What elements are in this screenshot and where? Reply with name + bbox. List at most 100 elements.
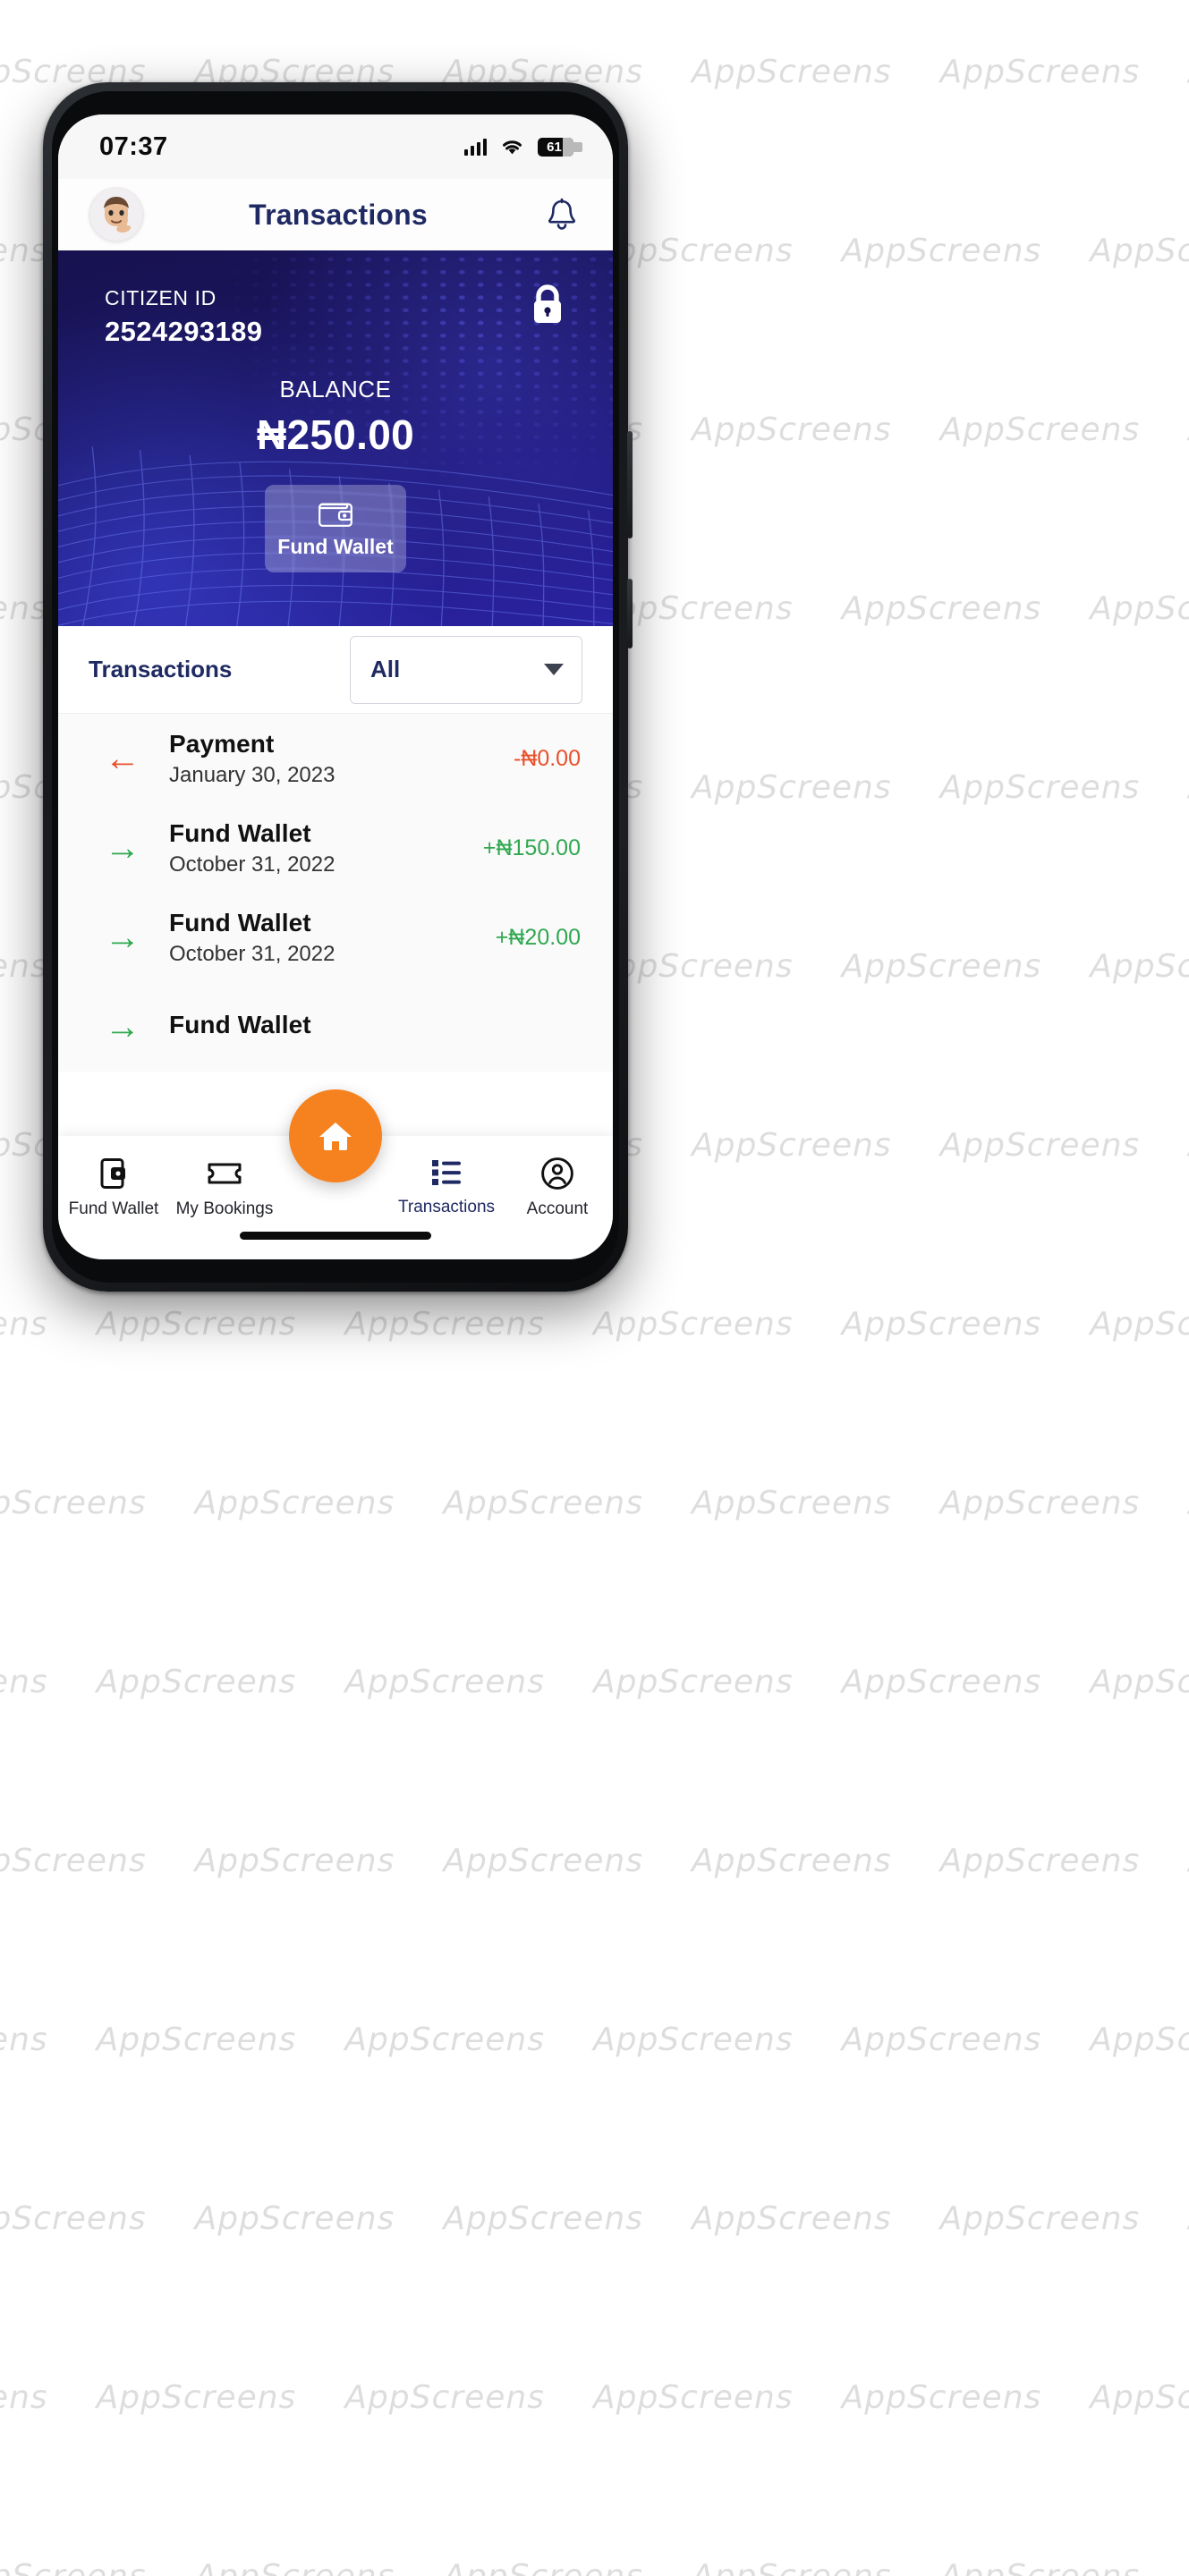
watermark-text: AppScreens	[0, 948, 48, 985]
transaction-row[interactable]: ← Payment January 30, 2023 -₦0.00	[58, 714, 613, 803]
power-button[interactable]	[627, 431, 633, 538]
transaction-details: Fund Wallet October 31, 2022	[169, 819, 483, 877]
home-indicator	[240, 1232, 431, 1240]
transaction-row[interactable]: → Fund Wallet October 31, 2022 +₦150.00	[58, 803, 613, 893]
notification-bell-button[interactable]	[541, 198, 582, 232]
watermark-text: AppScreens	[96, 2379, 297, 2416]
watermark-text: AppScreens	[443, 1485, 643, 1521]
transaction-title: Fund Wallet	[169, 818, 311, 847]
fund-wallet-label: Fund Wallet	[277, 535, 394, 558]
watermark-text: AppScreens	[0, 590, 48, 627]
battery-icon: 61	[538, 137, 582, 157]
watermark-text: AppScreens	[841, 2021, 1042, 2058]
fund-wallet-button[interactable]: Fund Wallet	[265, 485, 406, 572]
watermark-text: AppScreens	[939, 1127, 1141, 1164]
volume-button[interactable]	[627, 579, 633, 648]
watermark-row: AppScreens AppScreens AppScreens AppScreens…	[0, 1843, 1189, 1879]
watermark-text: AppScreens	[1090, 1306, 1189, 1343]
watermark-text: AppScreens	[194, 2200, 395, 2237]
watermark-text: AppScreens	[592, 1306, 794, 1343]
watermark-text: AppScreens	[1090, 948, 1189, 985]
balance-label: BALANCE	[279, 376, 392, 402]
nav-item-my-bookings[interactable]: My Bookings	[169, 1156, 280, 1219]
wallet-mobile-icon	[100, 1158, 125, 1189]
list-icon	[432, 1160, 461, 1185]
watermark-text: AppScreens	[939, 411, 1141, 448]
watermark-text: AppScreens	[96, 1664, 297, 1700]
nav-label: Fund Wallet	[68, 1199, 159, 1218]
lock-button[interactable]	[529, 283, 566, 332]
chevron-down-icon	[544, 664, 564, 675]
watermark-text: AppScreens	[344, 2021, 545, 2058]
watermark-text: AppScreens	[841, 1664, 1042, 1700]
nav-item-transactions[interactable]: Transactions	[391, 1156, 502, 1217]
transaction-row[interactable]: → Fund Wallet October 31, 2022 +₦20.00	[58, 893, 613, 982]
status-bar: 07:37 61	[58, 114, 613, 179]
watermark-text: AppScreens	[841, 1306, 1042, 1343]
transaction-date: January 30, 2023	[169, 762, 335, 787]
nav-item-account[interactable]: Account	[502, 1156, 613, 1219]
watermark-row: AppScreens AppScreens AppScreens AppScreens…	[0, 2558, 1189, 2576]
watermark-text: AppScreens	[1090, 1664, 1189, 1700]
transaction-row[interactable]: → Fund Wallet	[58, 982, 613, 1072]
transaction-amount: -₦0.00	[513, 745, 581, 771]
phone-frame: 07:37 61 Transactions CITIZEN ID 2524293…	[43, 82, 633, 1292]
transaction-amount: +₦20.00	[495, 924, 581, 950]
nav-label: My Bookings	[175, 1199, 274, 1218]
watermark-text: AppScreens	[592, 2379, 794, 2416]
watermark-text: AppScreens	[692, 2558, 892, 2576]
lock-icon	[534, 284, 561, 323]
transactions-section-title: Transactions	[89, 656, 233, 682]
transaction-type-select[interactable]: All	[350, 635, 582, 704]
user-circle-icon	[541, 1157, 573, 1190]
watermark-text: AppScreens	[0, 2200, 147, 2237]
arrow-right-icon: →	[105, 828, 140, 868]
watermark-text: AppScreens	[592, 1664, 794, 1700]
nav-item-fund-wallet[interactable]: Fund Wallet	[58, 1156, 169, 1219]
watermark-text: AppScreens	[194, 1843, 395, 1879]
watermark-text: AppScreens	[841, 590, 1042, 627]
wallet-hero-card: CITIZEN ID 2524293189 BALANCE ₦250.00 Fu…	[58, 250, 613, 626]
status-icons: 61	[463, 137, 582, 157]
watermark-text: AppScreens	[841, 948, 1042, 985]
watermark-text: AppScreens	[0, 2021, 48, 2058]
watermark-text: AppScreens	[592, 2021, 794, 2058]
watermark-text: AppScreens	[691, 769, 892, 806]
transaction-date: October 31, 2022	[169, 941, 335, 966]
home-button[interactable]	[289, 1089, 382, 1182]
wifi-icon	[503, 140, 522, 155]
watermark-text: AppScreens	[691, 411, 892, 448]
transaction-date: October 31, 2022	[169, 852, 335, 877]
watermark-text: AppScreens	[0, 1843, 147, 1879]
transaction-title: Fund Wallet	[169, 908, 311, 936]
watermark-text: AppScreens	[939, 54, 1141, 90]
battery-percent: 61	[547, 139, 562, 155]
watermark-text: AppScreens	[96, 2021, 297, 2058]
watermark-text: AppScreens	[0, 2558, 147, 2576]
watermark-text: AppScreens	[344, 2379, 545, 2416]
watermark-text: AppScreens	[691, 1843, 892, 1879]
transaction-amount: +₦150.00	[482, 835, 581, 860]
phone-screen: 07:37 61 Transactions CITIZEN ID 2524293…	[58, 114, 613, 1259]
watermark-row: AppScreens AppScreens AppScreens AppScreens…	[0, 1306, 1189, 1343]
transaction-details: Payment January 30, 2023	[169, 730, 514, 788]
watermark-row: AppScreens AppScreens AppScreens AppScreens…	[0, 1664, 1189, 1700]
home-icon	[319, 1123, 352, 1150]
watermark-text: AppScreens	[443, 2200, 643, 2237]
page-title: Transactions	[249, 198, 428, 231]
citizen-id-value: 2524293189	[105, 316, 263, 347]
ticket-icon	[208, 1163, 242, 1184]
watermark-text: AppScreens	[0, 1485, 147, 1521]
watermark-text: AppScreens	[939, 2200, 1141, 2237]
watermark-text: AppScreens	[691, 1485, 892, 1521]
notification-bell-icon	[548, 198, 576, 230]
watermark-text: AppScreens	[1090, 590, 1189, 627]
balance-value: ₦250.00	[256, 411, 414, 458]
battery-level-fill	[563, 137, 573, 157]
watermark-text: AppScreens	[841, 233, 1042, 269]
watermark-text: AppScreens	[691, 1127, 892, 1164]
transaction-list[interactable]: ← Payment January 30, 2023 -₦0.00 → Fund Wall…	[58, 714, 613, 1072]
watermark-text: AppScreens	[841, 2379, 1042, 2416]
watermark-text: AppScreens	[939, 1843, 1141, 1879]
citizen-id-label: CITIZEN ID	[105, 286, 217, 309]
